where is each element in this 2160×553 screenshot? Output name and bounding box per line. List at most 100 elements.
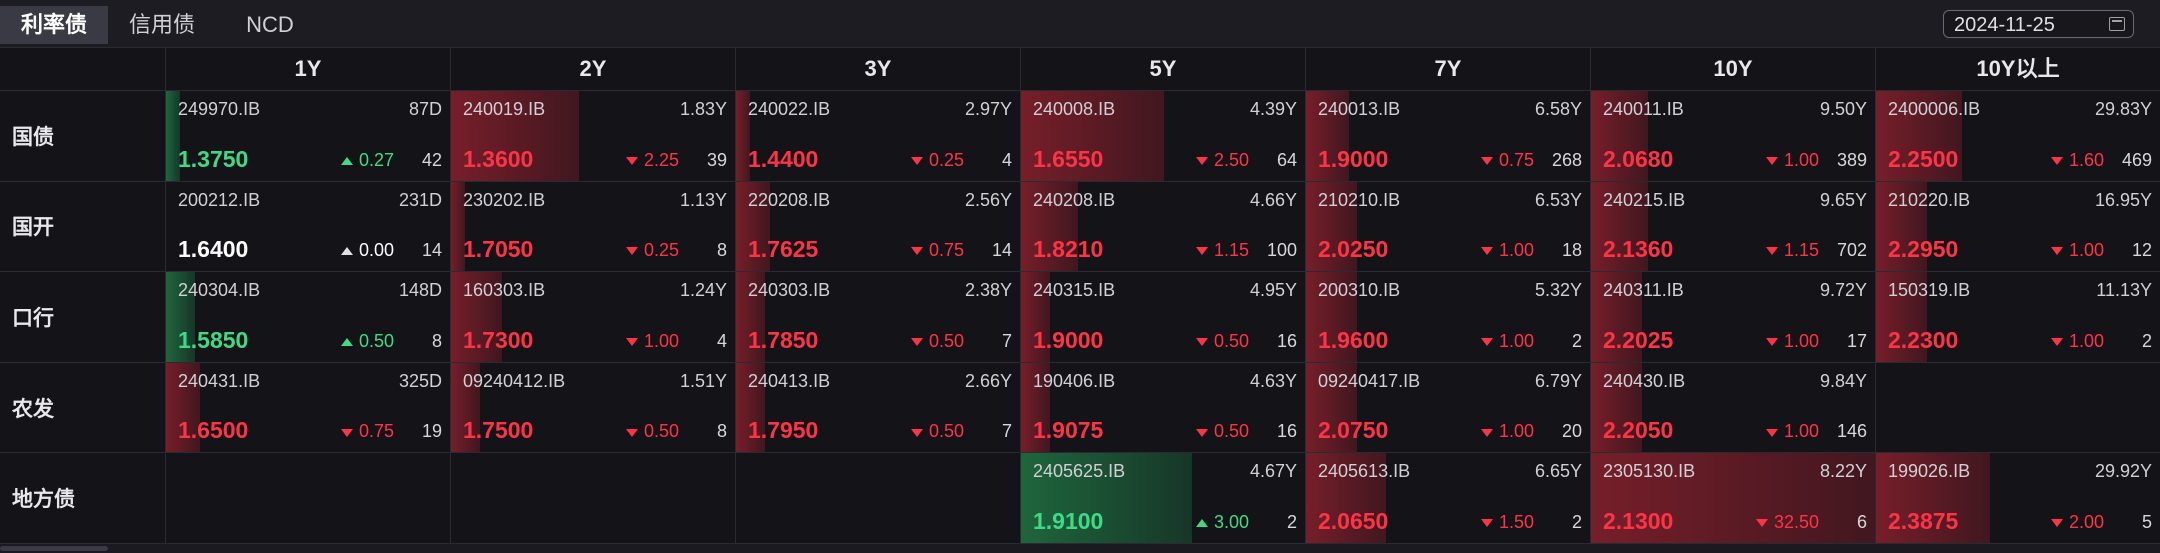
- bond-term: 9.50Y: [1819, 99, 1867, 119]
- bond-cell[interactable]: 2405625.IB 4.67Y 1.9100 3.00 2: [1020, 453, 1305, 544]
- bond-term: 6.53Y: [1534, 189, 1582, 210]
- bond-cell[interactable]: 190406.IB 4.63Y 1.9075 0.50 16: [1020, 362, 1305, 454]
- bond-yield: 1.9100: [1033, 507, 1104, 534]
- arrow-down-icon: [340, 428, 353, 437]
- bond-cell[interactable]: 249970.IB 87D 1.3750 0.27 42: [165, 91, 450, 182]
- bond-yield: 1.7300: [463, 326, 534, 353]
- arrow-down-icon: [1765, 247, 1778, 256]
- bond-cell[interactable]: 230202.IB 1.13Y 1.7050 0.25 8: [450, 181, 735, 273]
- bond-cell[interactable]: 240303.IB 2.38Y 1.7850 0.50 7: [735, 272, 1020, 363]
- bond-yield: 1.4400: [748, 145, 819, 172]
- yield-matrix: 1Y 2Y 3Y 5Y 7Y 10Y 10Y以上 国债 249970.IB 87D 1.3750 0.…: [0, 47, 2160, 544]
- date-value: 2024-11-25: [1954, 14, 2055, 36]
- bond-cell[interactable]: 200310.IB 5.32Y 1.9600 1.00 2: [1305, 272, 1590, 363]
- arrow-down-icon: [1480, 247, 1493, 256]
- bond-code: 240303.IB: [748, 280, 831, 301]
- bond-yield: 2.1300: [1603, 507, 1674, 534]
- arrow-down-icon: [1765, 428, 1778, 437]
- bond-code: 2305130.IB: [1603, 461, 1696, 482]
- bond-term: 29.92Y: [2094, 461, 2152, 482]
- bond-yield: 1.3750: [178, 145, 249, 172]
- bond-cell[interactable]: 240011.IB 9.50Y 2.0680 1.00 389: [1590, 91, 1875, 182]
- bond-code: 230202.IB: [463, 189, 546, 210]
- bond-term: 4.39Y: [1249, 99, 1297, 119]
- bond-cell[interactable]: 160303.IB 1.24Y 1.7300 1.00 4: [450, 272, 735, 363]
- bond-cell[interactable]: 199026.IB 29.92Y 2.3875 2.00 5: [1875, 453, 2160, 544]
- bond-yield: 2.2500: [1888, 145, 1959, 172]
- bond-code: 200310.IB: [1318, 280, 1401, 301]
- bond-term: 1.51Y: [679, 370, 727, 391]
- bond-cell[interactable]: 240022.IB 2.97Y 1.4400 0.25 4: [735, 91, 1020, 182]
- bond-cell[interactable]: 240430.IB 9.84Y 2.2050 1.00 146: [1590, 362, 1875, 454]
- bond-cell[interactable]: 240215.IB 9.65Y 2.1360 1.15 702: [1590, 181, 1875, 273]
- yield-change: 1.00: [1480, 240, 1534, 261]
- column-header: 10Y以上: [1875, 47, 2160, 91]
- horizontal-scrollbar[interactable]: [0, 544, 2160, 553]
- bond-yield: 2.2950: [1888, 236, 1959, 263]
- bond-cell[interactable]: 09240412.IB 1.51Y 1.7500 0.50 8: [450, 362, 735, 454]
- bond-cell[interactable]: 240431.IB 325D 1.6500 0.75 19: [165, 362, 450, 454]
- yield-change: 0.50: [1195, 331, 1249, 352]
- bond-cell[interactable]: 240208.IB 4.66Y 1.8210 1.15 100: [1020, 181, 1305, 273]
- bond-term: 9.65Y: [1819, 189, 1867, 210]
- yield-change: 1.00: [2050, 240, 2104, 261]
- date-picker[interactable]: 2024-11-25: [1943, 10, 2134, 38]
- bond-cell[interactable]: 2400006.IB 29.83Y 2.2500 1.60 469: [1875, 91, 2160, 182]
- bond-code: 160303.IB: [463, 280, 546, 301]
- yield-change: 1.00: [2050, 331, 2104, 352]
- row-header: 地方债: [0, 453, 165, 544]
- arrow-down-icon: [2050, 519, 2063, 528]
- bond-yield: 2.2025: [1603, 326, 1674, 353]
- tab-ncd[interactable]: NCD: [230, 6, 310, 44]
- bond-cell[interactable]: 150319.IB 11.13Y 2.2300 1.00 2: [1875, 272, 2160, 363]
- yield-change: 0.50: [625, 421, 679, 442]
- bond-yield: 2.3875: [1888, 507, 1959, 534]
- tab-credit-bonds[interactable]: 信用债: [116, 6, 208, 44]
- arrow-down-icon: [625, 338, 638, 347]
- bond-term: 16.95Y: [2094, 189, 2152, 210]
- bond-term: 325D: [398, 370, 442, 391]
- bond-cell[interactable]: 240008.IB 4.39Y 1.6550 2.50 64: [1020, 91, 1305, 182]
- bond-cell[interactable]: 240019.IB 1.83Y 1.3600 2.25 39: [450, 91, 735, 182]
- trade-count: 146: [1836, 421, 1867, 442]
- bond-cell[interactable]: 09240417.IB 6.79Y 2.0750 1.00 20: [1305, 362, 1590, 454]
- yield-change: 0.75: [340, 421, 394, 442]
- top-bar: 利率债 信用债 NCD 2024-11-25: [0, 0, 2160, 48]
- trade-count: 2: [1286, 511, 1297, 532]
- bond-yield: 1.7050: [463, 236, 534, 263]
- bond-code: 210220.IB: [1888, 189, 1971, 210]
- yield-change: 0.00: [340, 240, 394, 261]
- arrow-down-icon: [1480, 428, 1493, 437]
- tab-rate-bonds[interactable]: 利率债: [0, 6, 108, 44]
- bond-cell[interactable]: 210220.IB 16.95Y 2.2950 1.00 12: [1875, 181, 2160, 273]
- bond-cell[interactable]: 210210.IB 6.53Y 2.0250 1.00 18: [1305, 181, 1590, 273]
- bond-code: 150319.IB: [1888, 280, 1971, 301]
- empty-cell: [165, 453, 450, 544]
- trade-count: 389: [1836, 149, 1867, 170]
- bond-yield: 2.2300: [1888, 326, 1959, 353]
- bond-code: 240208.IB: [1033, 189, 1116, 210]
- trade-count: 20: [1561, 421, 1582, 442]
- bond-cell[interactable]: 2305130.IB 8.22Y 2.1300 32.50 6: [1590, 453, 1875, 544]
- calendar-icon[interactable]: [2109, 17, 2125, 31]
- scrollbar-thumb[interactable]: [0, 546, 108, 551]
- row-header: 国债: [0, 91, 165, 182]
- bond-cell[interactable]: 220208.IB 2.56Y 1.7625 0.75 14: [735, 181, 1020, 273]
- arrow-down-icon: [2050, 338, 2063, 347]
- bond-yield: 2.0680: [1603, 145, 1674, 172]
- bond-cell[interactable]: 240311.IB 9.72Y 2.2025 1.00 17: [1590, 272, 1875, 363]
- bond-cell[interactable]: 200212.IB 231D 1.6400 0.00 14: [165, 181, 450, 273]
- column-header: 1Y: [165, 47, 450, 91]
- bond-yield: 1.8210: [1033, 236, 1104, 263]
- arrow-down-icon: [910, 156, 923, 165]
- trade-count: 39: [706, 149, 727, 170]
- arrow-down-icon: [2050, 156, 2063, 165]
- bond-cell[interactable]: 240304.IB 148D 1.5850 0.50 8: [165, 272, 450, 363]
- bond-cell[interactable]: 2405613.IB 6.65Y 2.0650 1.50 2: [1305, 453, 1590, 544]
- bond-cell[interactable]: 240013.IB 6.58Y 1.9000 0.75 268: [1305, 91, 1590, 182]
- trade-count: 7: [1001, 421, 1012, 442]
- yield-change: 0.50: [910, 331, 964, 352]
- bond-cell[interactable]: 240413.IB 2.66Y 1.7950 0.50 7: [735, 362, 1020, 454]
- arrow-up-icon: [1195, 519, 1208, 528]
- bond-cell[interactable]: 240315.IB 4.95Y 1.9000 0.50 16: [1020, 272, 1305, 363]
